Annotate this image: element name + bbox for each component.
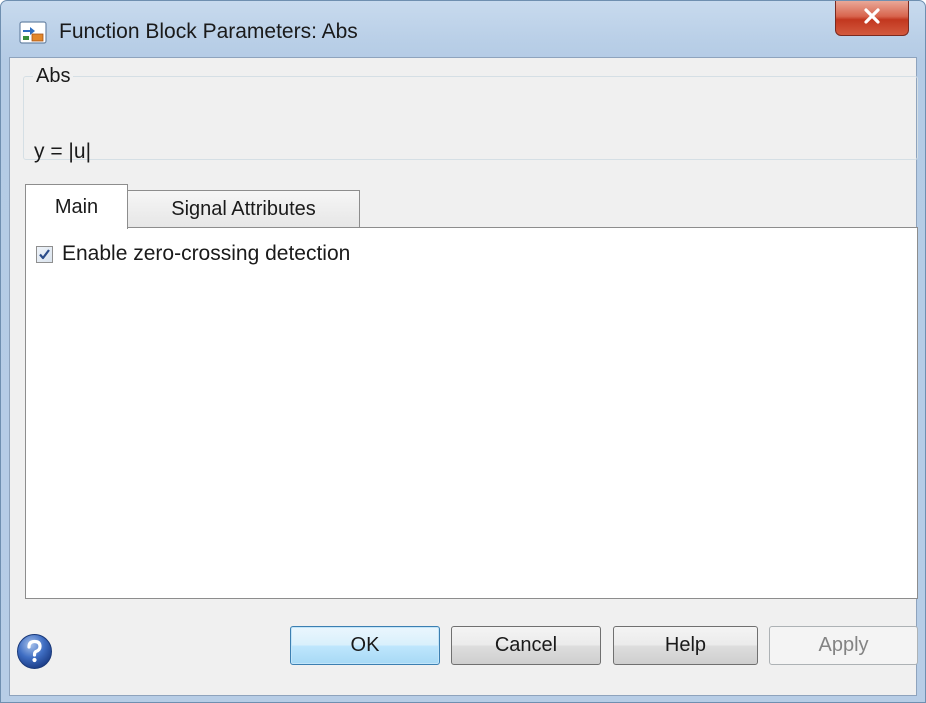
close-button[interactable] xyxy=(835,1,909,36)
cancel-button[interactable]: Cancel xyxy=(451,626,601,665)
help-button[interactable]: Help xyxy=(613,626,758,665)
ok-button[interactable]: OK xyxy=(290,626,440,665)
zero-crossing-label: Enable zero-crossing detection xyxy=(62,242,351,265)
block-description-text: y = |u| xyxy=(34,140,92,163)
zero-crossing-checkbox[interactable] xyxy=(36,245,53,263)
tab-signal-attributes[interactable]: Signal Attributes xyxy=(128,190,360,228)
close-icon xyxy=(863,7,881,29)
dialog-client-area: Abs y = |u| Main Signal Attributes Enabl… xyxy=(9,57,918,696)
simulink-block-icon xyxy=(19,21,49,45)
tab-panel-main: Enable zero-crossing detection xyxy=(25,227,918,599)
zero-crossing-option[interactable]: Enable zero-crossing detection xyxy=(36,242,350,266)
block-description-title: Abs xyxy=(36,65,71,87)
title-bar[interactable]: Function Block Parameters: Abs xyxy=(1,1,925,57)
help-icon[interactable] xyxy=(15,632,54,671)
dialog-window: Function Block Parameters: Abs Abs y = |… xyxy=(0,0,926,703)
window-title: Function Block Parameters: Abs xyxy=(59,20,358,43)
tab-main[interactable]: Main xyxy=(25,184,128,229)
checkmark-icon xyxy=(39,248,50,259)
apply-button: Apply xyxy=(769,626,918,665)
block-description-group: Abs y = |u| xyxy=(23,64,918,163)
